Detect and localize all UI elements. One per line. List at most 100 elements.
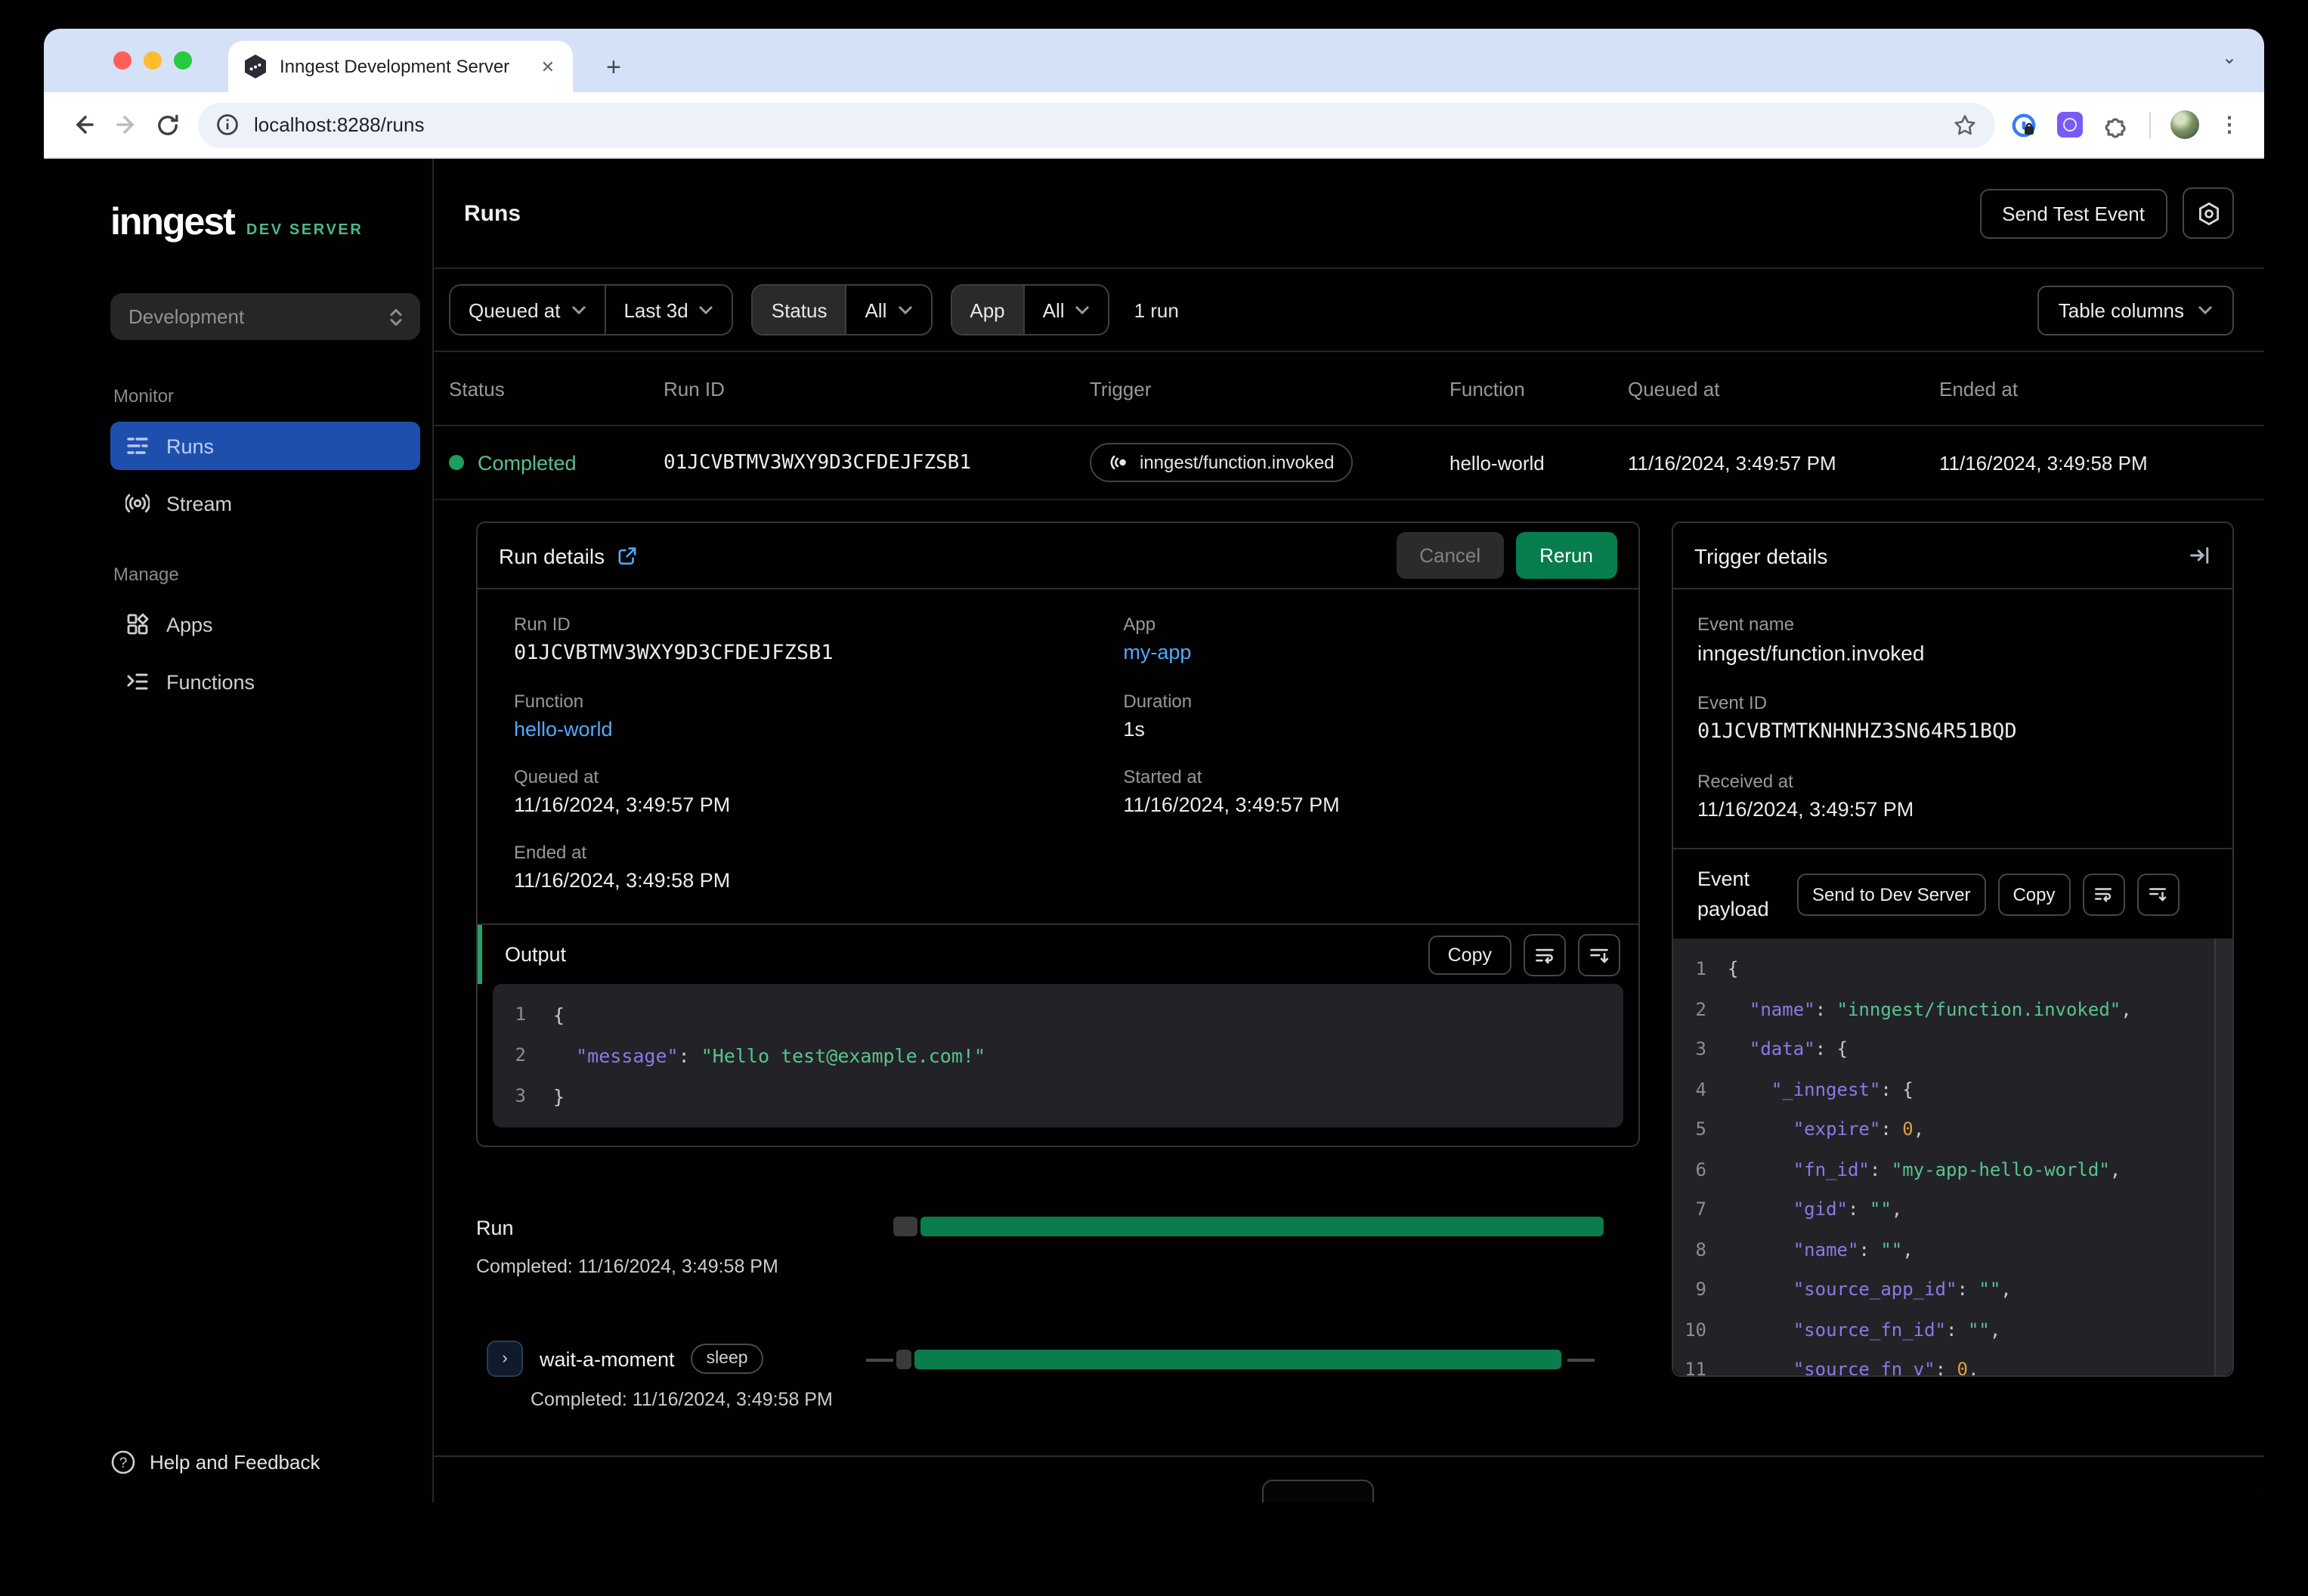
step-name: wait-a-moment: [540, 1347, 675, 1370]
chevron-down-icon: [2198, 305, 2213, 315]
word-wrap-button[interactable]: [1524, 933, 1566, 976]
status-filter-label: Status: [753, 286, 846, 334]
help-label: Help and Feedback: [150, 1451, 320, 1474]
app-filter-dropdown[interactable]: All: [1025, 286, 1109, 334]
gear-icon: [2198, 202, 2219, 225]
inngest-logo: inngest: [110, 201, 236, 243]
screen: Inngest Development Server ✕ + ⌄ localho…: [0, 0, 2308, 1596]
browser-tab[interactable]: Inngest Development Server ✕: [228, 41, 573, 92]
payload-scrollbar[interactable]: [2214, 939, 2232, 1375]
status-dot: [449, 455, 464, 470]
queued-at-field: Queued at 11/16/2024, 3:49:57 PM: [514, 766, 731, 816]
chevron-down-icon: [898, 305, 912, 315]
send-to-dev-server-button[interactable]: Send to Dev Server: [1797, 873, 1986, 916]
open-in-new-icon[interactable]: [617, 545, 638, 566]
column-header-ended-at: Ended at: [1939, 377, 2019, 400]
profile-avatar[interactable]: [2170, 110, 2199, 139]
run-details-card: Run details Cancel Rerun Run ID 01JCVBTM…: [476, 521, 1640, 1147]
run-completed-text: Completed: 11/16/2024, 3:49:58 PM: [476, 1256, 778, 1277]
browser-toolbar: localhost:8288/runs ⋮: [44, 92, 2264, 159]
cancel-button[interactable]: Cancel: [1397, 532, 1504, 579]
sidebar-item-label: Stream: [166, 492, 233, 515]
favicon: [243, 54, 268, 79]
event-payload-header: Event payload Send to Dev Server Copy: [1673, 848, 2232, 939]
back-button[interactable]: [62, 104, 104, 146]
address-bar[interactable]: localhost:8288/runs: [198, 102, 1995, 147]
code-line: 5 "expire": 0,: [1695, 1118, 1925, 1140]
sidebar-item-apps[interactable]: Apps: [110, 600, 420, 648]
minimize-window-button[interactable]: [144, 51, 162, 70]
run-id-field: Run ID 01JCVBTMV3WXY9D3CFDEJFZSB1: [514, 614, 834, 665]
time-field-dropdown[interactable]: Queued at: [450, 286, 604, 334]
page-title: Runs: [464, 200, 521, 226]
app-link[interactable]: my-app: [1123, 641, 1602, 663]
code-line: 2 "message": "Hello test@example.com!": [515, 1044, 986, 1067]
sidebar-item-stream[interactable]: Stream: [110, 479, 420, 527]
zoom-window-button[interactable]: [174, 51, 192, 70]
toolbar-extensions: ⋮: [2010, 110, 2246, 139]
function-cell: hello-world: [1449, 451, 1545, 474]
window-controls: [113, 51, 192, 70]
bookmark-star-icon[interactable]: [1953, 113, 1977, 137]
status-text: Completed: [478, 451, 577, 474]
tab-search-chevron-icon[interactable]: ⌄: [2222, 47, 2237, 68]
function-link[interactable]: hello-world: [514, 718, 1123, 741]
column-header-run-id: Run ID: [664, 377, 725, 400]
scroll-to-bottom-button[interactable]: [1578, 933, 1620, 976]
output-accent-bar: [478, 925, 482, 984]
copy-output-button[interactable]: Copy: [1428, 935, 1511, 974]
apps-icon: [127, 613, 149, 635]
svg-text:?: ?: [119, 1455, 128, 1471]
rerun-button[interactable]: Rerun: [1515, 532, 1617, 579]
run-timeline: Run Completed: 11/16/2024, 3:49:58 PM › …: [476, 1214, 1640, 1440]
code-line: 3 "data": {: [1695, 1038, 1848, 1060]
table-row[interactable]: Completed 01JCVBTMV3WXY9D3CFDEJFZSB1 inn…: [434, 426, 2264, 499]
settings-gear-button[interactable]: [2183, 187, 2234, 239]
code-line: 7 "gid": "",: [1695, 1199, 1903, 1220]
event-id-field: Event ID 01JCVBTMTKNHNHZ3SN64R51BQD: [1697, 692, 2017, 744]
help-and-feedback[interactable]: ? Help and Feedback: [110, 1449, 320, 1475]
forward-button[interactable]: [104, 104, 147, 146]
code-line: 2 "name": "inngest/function.invoked",: [1695, 998, 2132, 1020]
duration-field: Duration 1s: [1123, 691, 1193, 741]
sidebar-item-runs[interactable]: Runs: [110, 422, 420, 470]
payload-word-wrap-button[interactable]: [2082, 873, 2125, 916]
send-test-event-button[interactable]: Send Test Event: [1979, 188, 2167, 238]
app-filter-value: All: [1042, 298, 1065, 321]
scroll-down-icon: [1590, 948, 1609, 963]
sidebar-item-functions[interactable]: Functions: [110, 657, 420, 706]
trigger-cell: inngest/function.invoked: [1090, 443, 1449, 482]
word-wrap-icon: [1536, 948, 1554, 963]
table-header: Status Run ID Trigger Function Queued at…: [434, 352, 2264, 425]
password-manager-extension-icon[interactable]: [2010, 111, 2037, 138]
column-header-function: Function: [1449, 377, 1525, 400]
code-line: 1{: [515, 1004, 565, 1026]
environment-select[interactable]: Development: [110, 293, 420, 340]
collapse-right-icon: [2190, 547, 2209, 564]
close-window-button[interactable]: [113, 51, 131, 70]
sidebar-section-monitor: Monitor: [113, 385, 175, 407]
table-columns-button[interactable]: Table columns: [2037, 285, 2234, 335]
status-filter-dropdown[interactable]: All: [846, 286, 930, 334]
output-code-block: 1{ 2 "message": "Hello test@example.com!"…: [493, 984, 1623, 1127]
copy-payload-button[interactable]: Copy: [1997, 873, 2071, 916]
extensions-puzzle-icon[interactable]: [2102, 111, 2130, 138]
browser-menu-icon[interactable]: ⋮: [2219, 112, 2240, 138]
started-at-field: Started at 11/16/2024, 3:49:57 PM: [1123, 766, 1340, 816]
status-filter: Status All: [751, 284, 933, 336]
site-info-icon[interactable]: [216, 113, 239, 136]
expand-step-button[interactable]: ›: [487, 1341, 523, 1377]
time-range-dropdown[interactable]: Last 3d: [605, 286, 732, 334]
collapse-panel-button[interactable]: [2189, 544, 2211, 567]
reload-button[interactable]: [147, 104, 189, 146]
sidebar-item-label: Functions: [166, 670, 255, 693]
browser-extension-icon[interactable]: [2057, 112, 2083, 138]
trigger-details-title: Trigger details: [1694, 543, 1828, 568]
clipped-bottom-button[interactable]: [1262, 1480, 1374, 1502]
new-tab-button[interactable]: +: [606, 54, 621, 80]
payload-scroll-to-bottom-button[interactable]: [2136, 873, 2180, 916]
tab-close-icon[interactable]: ✕: [538, 57, 558, 76]
trigger-event-pill[interactable]: inngest/function.invoked: [1090, 443, 1353, 482]
code-line: 6 "fn_id": "my-app-hello-world",: [1695, 1158, 2121, 1180]
status-cell: Completed: [449, 451, 664, 474]
